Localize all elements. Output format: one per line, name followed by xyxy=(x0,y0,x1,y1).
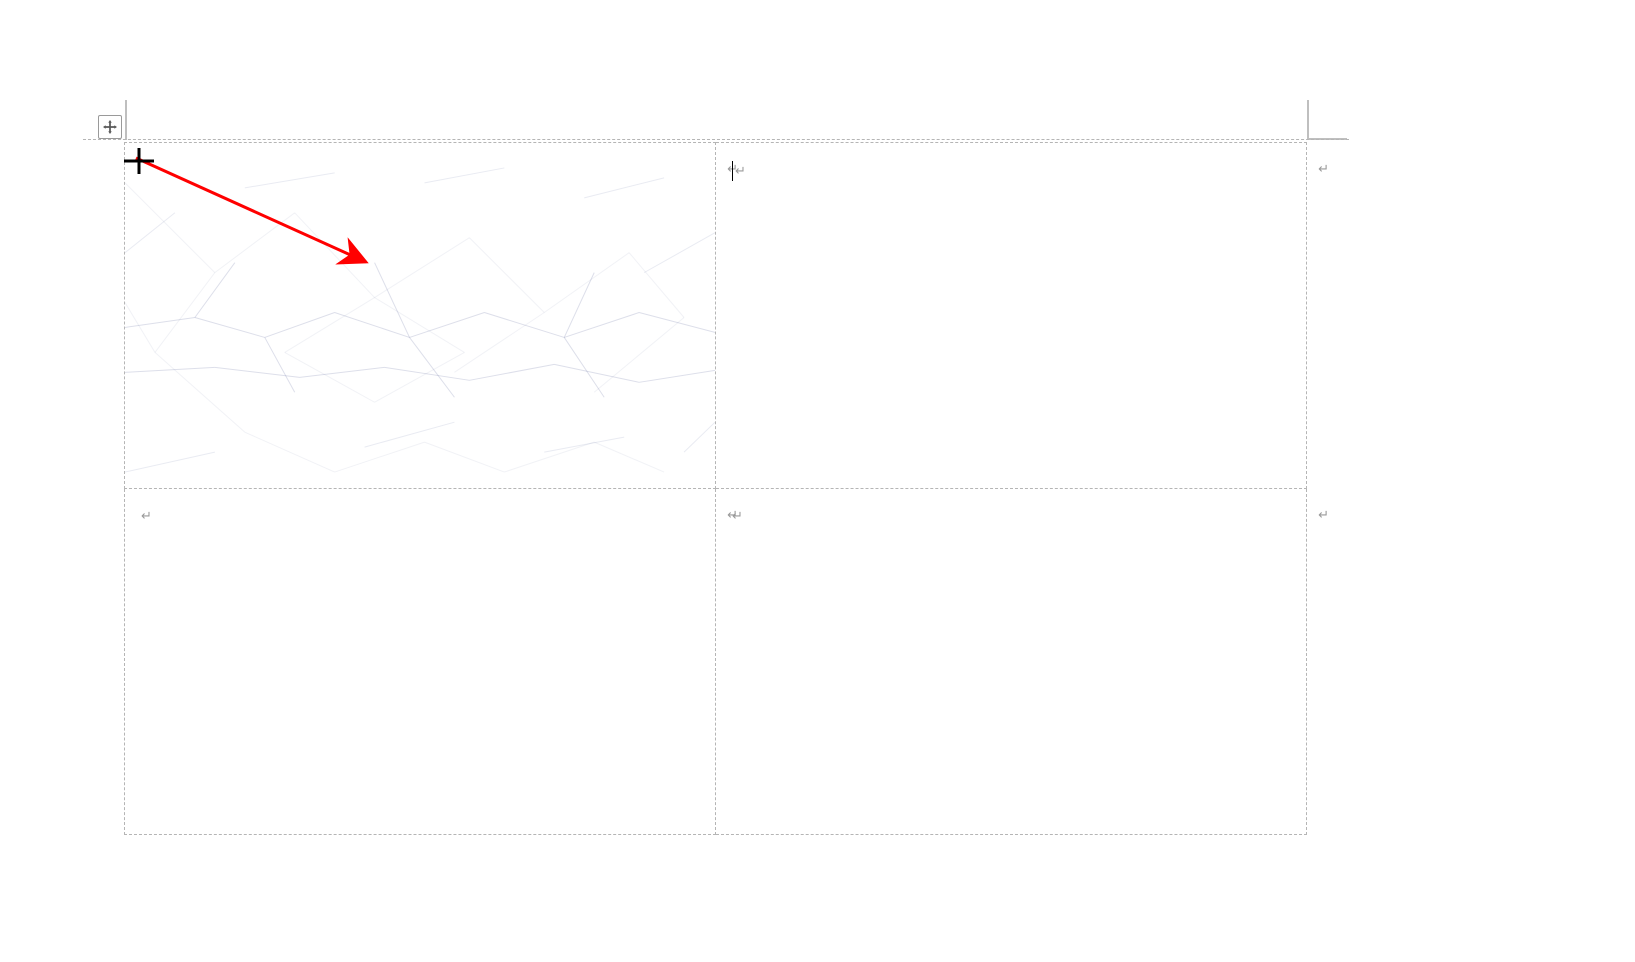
table-row: ↵ ↵ ↵ xyxy=(125,143,1307,489)
document-canvas[interactable]: ↵ ↵ ↵ ↵ ↵ ↵ ↵ xyxy=(0,0,1635,962)
move-icon xyxy=(103,120,117,134)
corner-guide xyxy=(1307,100,1347,140)
mesh-background-image xyxy=(125,143,715,488)
table-cell-2-2[interactable]: ↵ ↵ xyxy=(716,489,1307,835)
document-table[interactable]: ↵ ↵ ↵ ↵ ↵ ↵ ↵ xyxy=(124,142,1307,835)
pilcrow-icon: ↵ xyxy=(732,508,743,524)
table-cell-1-1[interactable]: ↵ xyxy=(125,143,716,489)
table-move-handle[interactable] xyxy=(98,115,122,139)
pilcrow-icon: ↵ xyxy=(735,163,746,179)
gridline-anchor xyxy=(125,100,127,140)
pilcrow-icon: ↵ xyxy=(1318,507,1329,523)
table-row: ↵ ↵ ↵ ↵ xyxy=(125,489,1307,835)
pilcrow-icon: ↵ xyxy=(1318,161,1329,177)
pilcrow-icon: ↵ xyxy=(141,508,152,524)
table-cell-2-1[interactable]: ↵ ↵ xyxy=(125,489,716,835)
text-caret xyxy=(732,161,733,181)
table-cell-1-2[interactable]: ↵ ↵ xyxy=(716,143,1307,489)
table-outer-strip xyxy=(83,139,1349,141)
